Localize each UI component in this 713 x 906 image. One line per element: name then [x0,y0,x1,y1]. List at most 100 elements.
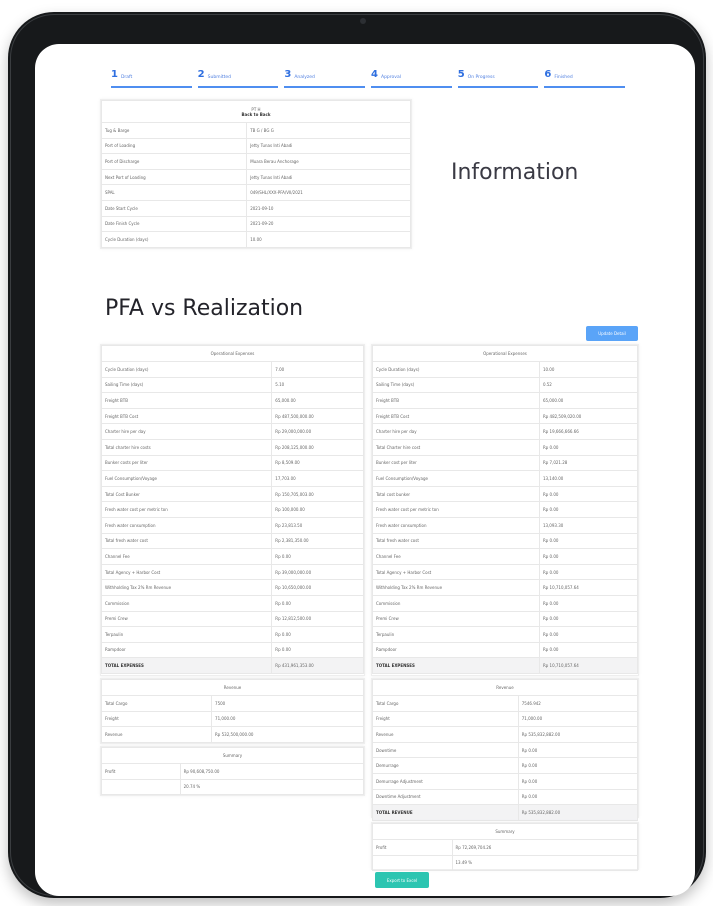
row-value: Rp 532,500,000.00 [211,726,364,743]
pfa-summary-table: Summary Profit Rp 90,608,750.00 20.74 % [101,747,365,796]
screen: 1 Draft 2 Submitted 3 Analyzed 4 Approval 5O… [35,44,695,896]
row-value: 71,000.00 [517,710,639,728]
row-label: TOTAL REVENUE [372,804,519,821]
row-value: 5.10 [271,376,364,394]
row-value: Rp 535,832,882.00 [517,804,639,821]
pfa-revenue-card: Revenue Total Cargo 7500 Freight 71,000.00 R… [100,678,365,744]
row-value: Rp 208,125,000.00 [271,438,364,456]
row-value: Rp 39,000,000.00 [271,563,364,581]
table-row: Fuel Consumption/Voyage 13,140.00 [372,470,639,487]
table-row: Revenue Rp 535,832,882.00 [372,726,639,743]
row-label: Total cost bunker [372,485,540,503]
row-label: Bunker costs per liter [100,454,273,472]
step-label: Analyzed [294,75,315,80]
row-label: Demurrage Adjustment [372,772,519,790]
step-on-progress[interactable]: 5 On Progress [457,54,539,88]
pfa-revenue-heading: Revenue [101,679,364,696]
table-row: Fuel Consumption/Voyage 17,703.00 [100,470,364,487]
info-header: PT H Back to Back [101,100,411,123]
pfa-title: PFA vs Realization [105,296,304,321]
step-number: 5 [457,69,465,80]
pfa-profit-pct: 20.74 % [179,778,365,796]
row-label: Revenue [372,726,519,743]
row-value: Rp 10,710,057.64 [538,657,639,674]
table-row: Premi Crew Rp 12,812,500.00 [100,610,364,628]
row-label: Freight BTB [100,392,273,409]
real-profit-pct: 13.49 % [451,854,638,872]
step-number: 4 [371,69,378,80]
step-label: On Progress [467,75,495,80]
row-value: 13,093.30 [538,516,639,534]
row-value: Rp 0.00 [271,594,364,612]
real-summary-table: Summary Profit Rp 72,269,704.26 13.49 % [372,823,638,872]
update-detail-button[interactable]: Update Detail [586,326,638,341]
row-label: TOTAL EXPENSES [372,657,540,674]
row-label: Total fresh water cost [100,532,273,550]
table-row: Date Finish Cycle 2021-09-20 [100,215,411,233]
step-approval[interactable]: 4 Approval [371,54,452,88]
row-value: 10.00 [246,231,411,248]
table-row: Total Agency + Harbor Cost Rp 39,000,000.… [100,563,364,581]
step-draft[interactable]: 1 Draft [111,54,192,88]
step-finished[interactable]: 6 Finished [544,54,626,88]
table-row: TOTAL EXPENSES Rp 10,710,057.64 [372,657,639,674]
table-row: Cycle Duration (days) 10.00 [100,231,411,248]
row-label: Rampdoor [372,641,540,659]
row-value: 2021-09-20 [246,215,411,233]
progress-steps: 1 Draft 2 Submitted 3 Analyzed 4 Approval 5O… [111,54,631,88]
row-value: 10.00 [538,361,639,378]
row-label: Terpaulin [372,626,540,643]
row-label: Fresh water cost per metric ton [372,501,540,518]
row-value: Rp 0.00 [538,641,639,659]
row-label: Sailing Time (days) [100,376,273,394]
table-row: Charter hire per day Rp 29,000,000.00 [100,423,364,440]
row-label: Terpaulin [100,626,273,643]
step-number: 6 [544,69,552,80]
row-value: 7546.942 [517,695,639,712]
table-row: Rampdoor Rp 0.00 [372,641,639,659]
table-row: Fresh water consumption Rp 23,813.50 [100,516,364,534]
real-expenses-table: Operational Expenses Cycle Duration (day… [372,345,639,674]
table-row: Sailing Time (days) 0.52 [372,376,639,394]
row-label: Freight BTB [372,392,540,409]
table-row: Revenue Rp 532,500,000.00 [100,726,364,743]
table-row: Freight 71,000.00 [372,710,639,728]
row-label: Commission [100,594,273,612]
row-value: Rp 535,832,882.00 [517,726,639,743]
table-row: Total Charter hire cost Rp 0.00 [372,438,639,456]
row-label: Total Charter hire cost [372,438,540,456]
row-value: 65,000.00 [271,392,364,409]
row-label: Fresh water consumption [372,516,540,534]
row-label: Freight [372,710,519,728]
table-row: Freight 71,000.00 [100,710,364,728]
table-row: Fresh water cost per metric ton Rp 0.00 [372,501,639,518]
pfa-profit-value: Rp 90,608,750.00 [179,763,365,780]
table-row: Total Cost Bunker Rp 150,705,003.00 [100,485,364,503]
table-row: TOTAL REVENUE Rp 535,832,882.00 [372,804,639,821]
step-number: 1 [111,69,118,80]
step-analyzed[interactable]: 3 Analyzed [284,54,366,88]
real-pct-blank [372,854,453,872]
table-row: Total cost bunker Rp 0.00 [372,485,639,503]
row-value: TB G / BG G [246,122,411,139]
real-summary-heading: Summary [372,823,638,840]
row-value: 7500 [211,695,364,712]
row-value: Rp 0.00 [538,438,639,456]
real-revenue-table: Revenue Total Cargo 7546.942 Freight 71,000… [372,679,639,821]
row-value: Rp 0.00 [538,532,639,550]
pfa-pct-blank [101,778,181,796]
pfa-revenue-table: Revenue Total Cargo 7500 Freight 71,000.00 R… [100,679,364,743]
row-label: Premi Crew [372,610,540,628]
table-row: Downtime Adjustment Rp 0.00 [372,788,639,806]
table-row: Bunker costs per liter Rp 8,509.00 [100,454,364,472]
table-row: Total Cargo 7500 [100,695,364,712]
table-row: Rampdoor Rp 0.00 [100,641,364,659]
row-label: Freight [100,710,213,728]
step-submitted[interactable]: 2 Submitted [197,54,279,88]
info-card: PT H Back to Back Tug & Barge TB G / BG GP… [100,99,412,249]
export-excel-button[interactable]: Export to Excel [375,872,429,888]
row-label: Channel Fee [372,548,540,565]
tablet-frame: 1 Draft 2 Submitted 3 Analyzed 4 Approval 5O… [8,12,706,898]
row-value: Rp 12,812,500.00 [271,610,364,628]
table-row: Commission Rp 0.00 [100,594,364,612]
